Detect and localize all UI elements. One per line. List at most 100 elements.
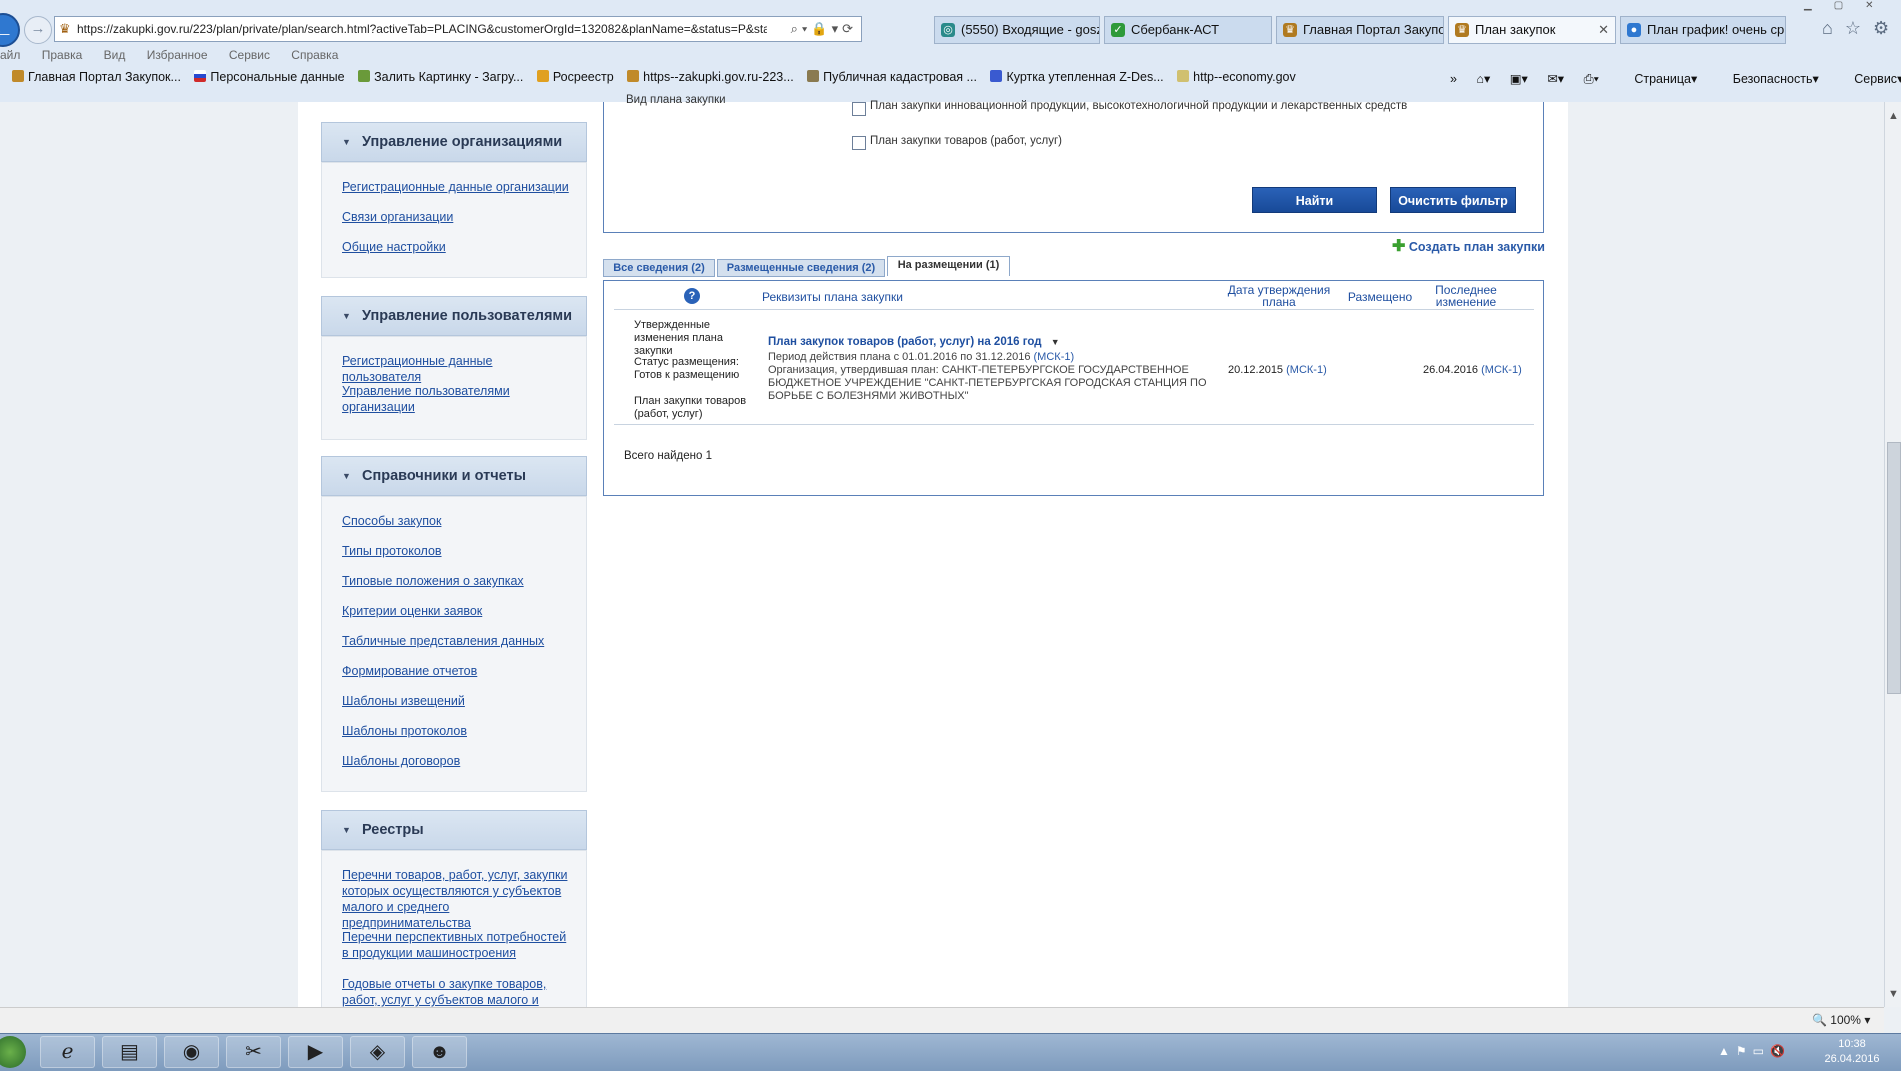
scroll-down-icon[interactable]: ▼ <box>1888 988 1899 1000</box>
approval-date: 20.12.2015 (МСК-1) <box>1228 364 1327 376</box>
link-org-registration[interactable]: Регистрационные данные организации <box>342 179 574 195</box>
clock[interactable]: 10:38 26.04.2016 <box>1820 1037 1884 1067</box>
link-protocol-types[interactable]: Типы протоколов <box>342 543 574 559</box>
rss-icon[interactable]: ▣▾ <box>1510 72 1528 86</box>
cmd-page[interactable]: Страница▾ <box>1618 72 1697 86</box>
page-viewport <box>0 102 1884 1007</box>
shop-icon <box>990 70 1003 82</box>
link-user-registration[interactable]: Регистрационные данные пользователя <box>342 353 574 385</box>
link-evaluation-criteria[interactable]: Критерии оценки заявок <box>342 603 574 619</box>
ie-icon[interactable]: ℯ <box>40 1036 95 1068</box>
flag-icon <box>194 70 207 82</box>
close-tab-icon[interactable]: ✕ <box>1598 17 1609 43</box>
menu-tools[interactable]: Сервис <box>229 48 270 62</box>
batman-icon[interactable]: ☻ <box>412 1036 467 1068</box>
row-divider <box>614 424 1534 425</box>
address-tools-icons[interactable]: ⌕▾🔒▾⟳ <box>791 21 857 37</box>
menu-help[interactable]: Справка <box>291 48 338 62</box>
zoom-control[interactable]: 🔍 100% ▾ <box>1812 1013 1870 1027</box>
fav-item[interactable]: Главная Портал Закупок... <box>12 70 181 84</box>
section-header-references[interactable]: ▼ Справочники и отчеты <box>321 456 587 496</box>
tray-icons[interactable]: ▲⚑▭🔇 <box>1718 1044 1791 1058</box>
fav-item[interactable]: Залить Картинку - Загру... <box>358 70 523 84</box>
fav-item[interactable]: Росреестр <box>536 70 614 84</box>
scrollbar-thumb[interactable] <box>1887 442 1901 694</box>
tab-plan-grafik[interactable]: ● План график! очень ср... <box>1620 16 1786 44</box>
row-plan-kind: План закупки товаров (работ, услуг) <box>634 395 747 420</box>
map-icon <box>807 70 820 82</box>
link-sme-lists[interactable]: Перечни товаров, работ, услуг, закупки к… <box>342 867 574 931</box>
cmd-security[interactable]: Безопасность▾ <box>1717 72 1819 86</box>
home-icon[interactable]: ⌂▾ <box>1476 72 1490 86</box>
checkbox-innovation-plan[interactable] <box>852 102 866 116</box>
fav-item[interactable]: http--economy.gov <box>1177 70 1296 84</box>
print-icon[interactable]: ⎙▾ <box>1584 72 1599 86</box>
tab-on-placement[interactable]: На размещении (1) <box>887 256 1010 276</box>
vertical-scrollbar[interactable]: ▲ ▼ <box>1884 102 1901 1007</box>
fav-item[interactable]: Публичная кадастровая ... <box>807 70 977 84</box>
mail-icon: ◎ <box>941 23 955 37</box>
plan-title-link[interactable]: План закупок товаров (работ, услуг) на 2… <box>768 336 1060 349</box>
section-header-registries[interactable]: ▼ Реестры <box>321 810 587 850</box>
back-arrow-icon[interactable]: ← <box>0 13 20 47</box>
explorer-folder-icon[interactable]: ▤ <box>102 1036 157 1068</box>
rosreestr-icon <box>536 70 549 82</box>
link-annual-reports[interactable]: Годовые отчеты о закупке товаров, работ,… <box>342 976 574 1008</box>
start-button-icon[interactable] <box>0 1036 26 1068</box>
menu-favorites[interactable]: Избранное <box>147 48 208 62</box>
checkbox-goods-plan[interactable] <box>852 136 866 150</box>
chevron-down-icon: ▼ <box>342 825 351 835</box>
menu-view[interactable]: Вид <box>104 48 126 62</box>
scroll-up-icon[interactable]: ▲ <box>1888 110 1899 122</box>
menu-edit[interactable]: Правка <box>42 48 83 62</box>
link-protocol-templates[interactable]: Шаблоны протоколов <box>342 723 574 739</box>
link-table-views[interactable]: Табличные представления данных <box>342 633 574 649</box>
tab-plan-zakupok[interactable]: ♛ План закупок ✕ <box>1448 16 1616 44</box>
web-icon: ● <box>1627 23 1641 37</box>
home-star-gear-icons[interactable]: ⌂☆⚙ <box>1822 18 1901 39</box>
link-notice-templates[interactable]: Шаблоны извещений <box>342 693 574 709</box>
link-machinery-needs[interactable]: Перечни перспективных потребностей в про… <box>342 929 574 961</box>
scissors-icon[interactable]: ✂ <box>226 1036 281 1068</box>
sberbank-icon: ✓ <box>1111 23 1125 37</box>
tab-placed-info[interactable]: Размещенные сведения (2) <box>717 259 885 277</box>
clear-filter-button[interactable]: Очистить фильтр <box>1390 187 1516 213</box>
address-bar[interactable]: ♛ https://zakupki.gov.ru/223/plan/privat… <box>54 16 862 42</box>
tab-all-info[interactable]: Все сведения (2) <box>603 259 715 277</box>
cmd-tools[interactable]: Сервис▾ <box>1838 72 1901 86</box>
address-url[interactable]: https://zakupki.gov.ru/223/plan/private/… <box>77 22 767 36</box>
section-body-references: Способы закупок Типы протоколов Типовые … <box>321 496 587 792</box>
fav-item[interactable]: https--zakupki.gov.ru-223... <box>627 70 794 84</box>
link-contract-templates[interactable]: Шаблоны договоров <box>342 753 574 769</box>
app-icon[interactable]: ◈ <box>350 1036 405 1068</box>
link-user-management[interactable]: Управление пользователями организации <box>342 383 574 415</box>
section-body-org-management: Регистрационные данные организации Связи… <box>321 162 587 278</box>
link-procurement-methods[interactable]: Способы закупок <box>342 513 574 529</box>
link-reports[interactable]: Формирование отчетов <box>342 663 574 679</box>
fav-item[interactable]: Куртка утепленная Z-Des... <box>990 70 1164 84</box>
window-controls[interactable]: ▁▢✕ <box>1804 0 1896 11</box>
link-org-relations[interactable]: Связи организации <box>342 209 574 225</box>
tab-sberbank-ast[interactable]: ✓ Сбербанк-АСТ <box>1104 16 1272 44</box>
link-standard-regulations[interactable]: Типовые положения о закупках <box>342 573 574 589</box>
menu-file[interactable]: айл <box>0 48 20 62</box>
tab-inbox[interactable]: ◎ (5550) Входящие - gosza... <box>934 16 1100 44</box>
link-general-settings[interactable]: Общие настройки <box>342 239 574 255</box>
forward-arrow-icon[interactable]: → <box>24 16 52 44</box>
fav-item[interactable]: Персональные данные <box>194 70 345 84</box>
tab-label: Сбербанк-АСТ <box>1131 22 1220 37</box>
dropdown-arrow-icon[interactable]: ▼ <box>1051 337 1060 347</box>
section-header-user-management[interactable]: ▼ Управление пользователями <box>321 296 587 336</box>
section-header-org-management[interactable]: ▼ Управление организациями <box>321 122 587 162</box>
chrome-icon[interactable]: ◉ <box>164 1036 219 1068</box>
section-body-registries: Перечни товаров, работ, услуг, закупки к… <box>321 850 587 1007</box>
create-plan-link[interactable]: ✚ Создать план закупки <box>1392 236 1545 256</box>
mail-icon[interactable]: ✉▾ <box>1547 72 1564 86</box>
tab-label: (5550) Входящие - gosza... <box>961 22 1099 37</box>
table-row: Утвержденные изменения плана закупки Ста… <box>604 281 1545 431</box>
browser-chrome: ← → ♛ https://zakupki.gov.ru/223/plan/pr… <box>0 0 1901 103</box>
media-player-icon[interactable]: ▶ <box>288 1036 343 1068</box>
find-button[interactable]: Найти <box>1252 187 1377 213</box>
more-chevron-icon[interactable]: » <box>1450 72 1457 86</box>
tab-zakupki-portal[interactable]: ♛ Главная Портал Закупок <box>1276 16 1444 44</box>
